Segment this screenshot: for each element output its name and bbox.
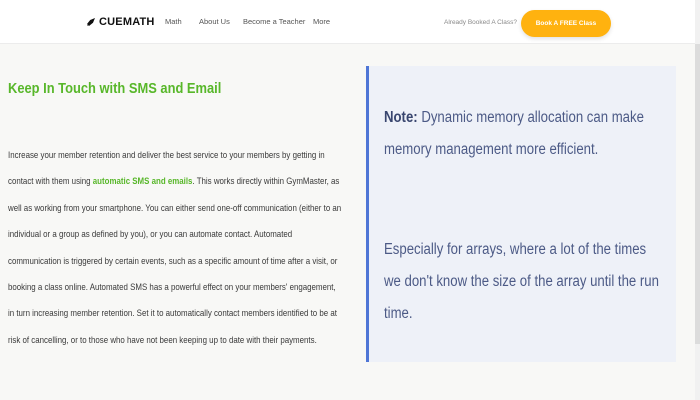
top-navbar: CUEMATH Math About Us Become a Teacher M… [0,0,700,44]
nav-link-more[interactable]: More [313,17,330,26]
nav-link-about-us[interactable]: About Us [199,17,230,26]
page-scrollbar[interactable] [695,0,700,400]
note-box: Note: Dynamic memory allocation can make… [366,66,676,362]
brand-logo[interactable]: CUEMATH [86,16,155,28]
article-body-text-end: . This works directly within GymMaster, … [8,176,342,345]
nav-link-math[interactable]: Math [165,17,182,26]
note-paragraph-1: Note: Dynamic memory allocation can make… [384,102,665,166]
note-label: Note: [384,109,418,126]
rocket-icon [87,18,95,26]
brand-name: CUEMATH [99,16,155,28]
already-booked-link[interactable]: Already Booked A Class? [444,19,517,26]
article-heading: Keep In Touch with SMS and Email [8,80,222,97]
automatic-sms-link[interactable]: automatic SMS and emails [93,176,193,186]
book-free-class-button[interactable]: Book A FREE Class [521,10,611,37]
nav-link-become-a-teacher[interactable]: Become a Teacher [243,17,305,26]
article-body: Increase your member retention and deliv… [8,142,343,353]
scrollbar-thumb[interactable] [695,44,700,344]
note-paragraph-1-text: Dynamic memory allocation can make memor… [384,109,644,158]
note-paragraph-2: Especially for arrays, where a lot of th… [384,241,659,322]
